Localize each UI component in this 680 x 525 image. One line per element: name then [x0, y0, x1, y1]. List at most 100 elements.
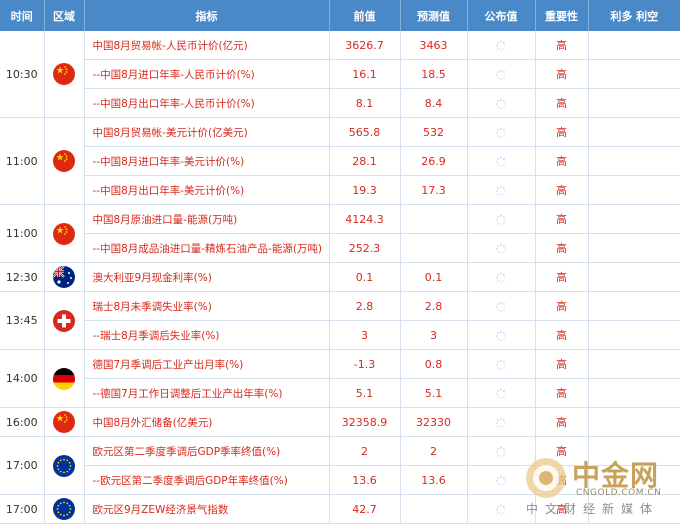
- event-time: 17:00: [0, 494, 45, 524]
- china-flag-icon: [53, 150, 75, 172]
- table-row[interactable]: 12:30 澳大利亚9月现金利率(%) 0.1 0.1 高: [0, 262, 680, 292]
- table-row[interactable]: 11:00 中国8月原油进口量-能源(万吨) 4124.3 高: [0, 204, 680, 263]
- indicator-link[interactable]: --中国8月进口年率-人民币计价(%): [84, 59, 330, 89]
- table-row[interactable]: 16:00 中国8月外汇储备(亿美元) 32358.9 32330 高: [0, 407, 680, 437]
- indicator-link[interactable]: 瑞士8月未季调失业率(%): [84, 291, 330, 321]
- actual-value-cell: [467, 349, 536, 379]
- indicator-link[interactable]: --中国8月出口年率-人民币计价(%): [84, 88, 330, 118]
- table-row[interactable]: 17:00 欧元区9月ZEW经济景气指数 42.7 高: [0, 494, 680, 524]
- importance-level: 高: [535, 31, 589, 60]
- forecast-value: 2.8: [400, 291, 468, 321]
- event-time: 16:00: [0, 407, 45, 437]
- loading-spinner-icon: [495, 185, 507, 197]
- forecast-value: 8.4: [400, 88, 468, 118]
- previous-value: 3: [329, 320, 401, 350]
- actual-value-cell: [467, 204, 536, 234]
- actual-value-cell: [467, 59, 536, 89]
- region-cell: [44, 349, 85, 408]
- loading-spinner-icon: [495, 446, 507, 458]
- forecast-value: 26.9: [400, 146, 468, 176]
- table-row[interactable]: --中国8月出口年率-人民币计价(%) 8.1 8.4 高: [0, 88, 680, 118]
- indicator-link[interactable]: --欧元区第二季度季调后GDP年率终值(%): [84, 465, 330, 495]
- previous-value: 5.1: [329, 378, 401, 408]
- table-row[interactable]: --中国8月进口年率-美元计价(%) 28.1 26.9 高: [0, 146, 680, 176]
- importance-level: 高: [535, 320, 589, 350]
- china-flag-icon: [53, 63, 75, 85]
- table-row[interactable]: 14:00 德国7月季调后工业产出月率(%) -1.3 0.8 高: [0, 349, 680, 408]
- previous-value: 2.8: [329, 291, 401, 321]
- header-importance: 重要性: [535, 0, 589, 31]
- indicator-link[interactable]: --中国8月进口年率-美元计价(%): [84, 146, 330, 176]
- previous-value: 42.7: [329, 494, 401, 524]
- table-row[interactable]: 13:45 瑞士8月未季调失业率(%) 2.8 2.8 高: [0, 291, 680, 350]
- forecast-value: 5.1: [400, 378, 468, 408]
- importance-level: 高: [535, 378, 589, 408]
- indicator-link[interactable]: 中国8月贸易帐-美元计价(亿美元): [84, 117, 330, 147]
- indicator-link[interactable]: 欧元区9月ZEW经济景气指数: [84, 494, 330, 524]
- previous-value: 32358.9: [329, 407, 401, 437]
- importance-level: 高: [535, 59, 589, 89]
- impact-cell: [588, 262, 680, 292]
- indicator-link[interactable]: 中国8月贸易帐-人民币计价(亿元): [84, 31, 330, 60]
- forecast-value: 17.3: [400, 175, 468, 205]
- indicator-link[interactable]: 欧元区第二季度季调后GDP季率终值(%): [84, 436, 330, 466]
- indicator-link[interactable]: 中国8月原油进口量-能源(万吨): [84, 204, 330, 234]
- previous-value: 0.1: [329, 262, 401, 292]
- importance-level: 高: [535, 436, 589, 466]
- event-time: 12:30: [0, 262, 45, 292]
- table-row[interactable]: --中国8月出口年率-美元计价(%) 19.3 17.3 高: [0, 175, 680, 205]
- forecast-value: 0.1: [400, 262, 468, 292]
- loading-spinner-icon: [495, 69, 507, 81]
- table-row[interactable]: --中国8月成品油进口量-精炼石油产品-能源(万吨) 252.3 高: [0, 233, 680, 263]
- header-indicator: 指标: [84, 0, 330, 31]
- impact-cell: [588, 146, 680, 176]
- region-cell: [44, 291, 85, 350]
- forecast-value: 18.5: [400, 59, 468, 89]
- actual-value-cell: [467, 436, 536, 466]
- actual-value-cell: [467, 494, 536, 524]
- previous-value: 28.1: [329, 146, 401, 176]
- actual-value-cell: [467, 378, 536, 408]
- impact-cell: [588, 378, 680, 408]
- table-row[interactable]: --欧元区第二季度季调后GDP年率终值(%) 13.6 13.6 高: [0, 465, 680, 495]
- previous-value: 13.6: [329, 465, 401, 495]
- importance-level: 高: [535, 262, 589, 292]
- table-row[interactable]: --瑞士8月季调后失业率(%) 3 3 高: [0, 320, 680, 350]
- table-row[interactable]: --中国8月进口年率-人民币计价(%) 16.1 18.5 高: [0, 59, 680, 89]
- indicator-link[interactable]: --德国7月工作日调整后工业产出年率(%): [84, 378, 330, 408]
- actual-value-cell: [467, 262, 536, 292]
- indicator-link[interactable]: 德国7月季调后工业产出月率(%): [84, 349, 330, 379]
- importance-level: 高: [535, 407, 589, 437]
- indicator-link[interactable]: --中国8月出口年率-美元计价(%): [84, 175, 330, 205]
- table-header: 时间 区域 指标 前值 预测值 公布值 重要性 利多 利空: [0, 0, 680, 31]
- indicator-link[interactable]: 中国8月外汇储备(亿美元): [84, 407, 330, 437]
- eu-flag-icon: [53, 498, 75, 520]
- forecast-value: 32330: [400, 407, 468, 437]
- loading-spinner-icon: [495, 272, 507, 284]
- forecast-value: 0.8: [400, 349, 468, 379]
- indicator-link[interactable]: --中国8月成品油进口量-精炼石油产品-能源(万吨): [84, 233, 330, 263]
- header-forecast: 预测值: [400, 0, 468, 31]
- previous-value: 565.8: [329, 117, 401, 147]
- importance-level: 高: [535, 291, 589, 321]
- indicator-link[interactable]: --瑞士8月季调后失业率(%): [84, 320, 330, 350]
- importance-level: 高: [535, 146, 589, 176]
- eu-flag-icon: [53, 454, 75, 477]
- header-time: 时间: [0, 0, 45, 31]
- loading-spinner-icon: [495, 330, 507, 342]
- actual-value-cell: [467, 320, 536, 350]
- table-row[interactable]: --德国7月工作日调整后工业产出年率(%) 5.1 5.1 高: [0, 378, 680, 408]
- impact-cell: [588, 436, 680, 466]
- forecast-value: [400, 204, 468, 234]
- loading-spinner-icon: [495, 388, 507, 400]
- loading-spinner-icon: [495, 475, 507, 487]
- impact-cell: [588, 175, 680, 205]
- impact-cell: [588, 117, 680, 147]
- table-row[interactable]: 17:00 欧元区第二季度季调后GDP季率终值(%) 2 2 高: [0, 436, 680, 495]
- event-time: 13:45: [0, 291, 45, 350]
- indicator-link[interactable]: 澳大利亚9月现金利率(%): [84, 262, 330, 292]
- event-time: 11:00: [0, 117, 45, 205]
- table-row[interactable]: 11:00 中国8月贸易帐-美元计价(亿美元) 565.8 532 高: [0, 117, 680, 205]
- table-row[interactable]: 10:30 中国8月贸易帐-人民币计价(亿元) 3626.7 3463 高: [0, 31, 680, 118]
- header-region: 区域: [44, 0, 85, 31]
